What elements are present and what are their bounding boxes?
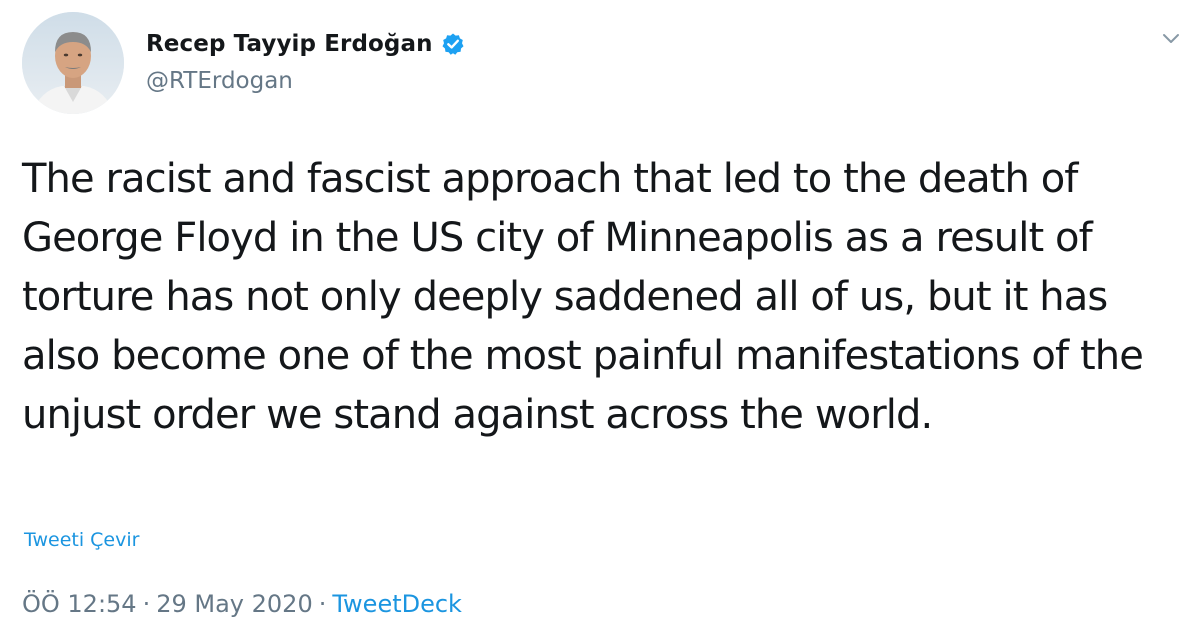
tweet-text: The racist and fascist approach that led…	[22, 156, 1144, 438]
tweet-date[interactable]: 29 May 2020	[156, 590, 313, 618]
tweet-meta: ÖÖ 12:54 · 29 May 2020 · TweetDeck	[22, 590, 462, 618]
tweet-source-link[interactable]: TweetDeck	[332, 590, 462, 618]
meta-separator: ·	[142, 590, 151, 618]
avatar[interactable]	[22, 12, 124, 114]
author-handle[interactable]: @RTErdogan	[146, 68, 746, 94]
tweet-time[interactable]: ÖÖ 12:54	[22, 590, 137, 618]
name-row: Recep Tayyip Erdoğan	[146, 28, 746, 60]
tweet-card: Recep Tayyip Erdoğan @RTErdogan The raci…	[0, 0, 1200, 632]
author-display-name[interactable]: Recep Tayyip Erdoğan	[146, 31, 433, 57]
verified-badge-icon	[441, 32, 465, 56]
meta-separator: ·	[318, 590, 327, 618]
profile-photo-icon	[22, 12, 124, 114]
translate-tweet-link[interactable]: Tweeti Çevir	[24, 529, 139, 551]
chevron-down-icon[interactable]	[1160, 28, 1182, 50]
author-block: Recep Tayyip Erdoğan @RTErdogan	[146, 28, 746, 94]
